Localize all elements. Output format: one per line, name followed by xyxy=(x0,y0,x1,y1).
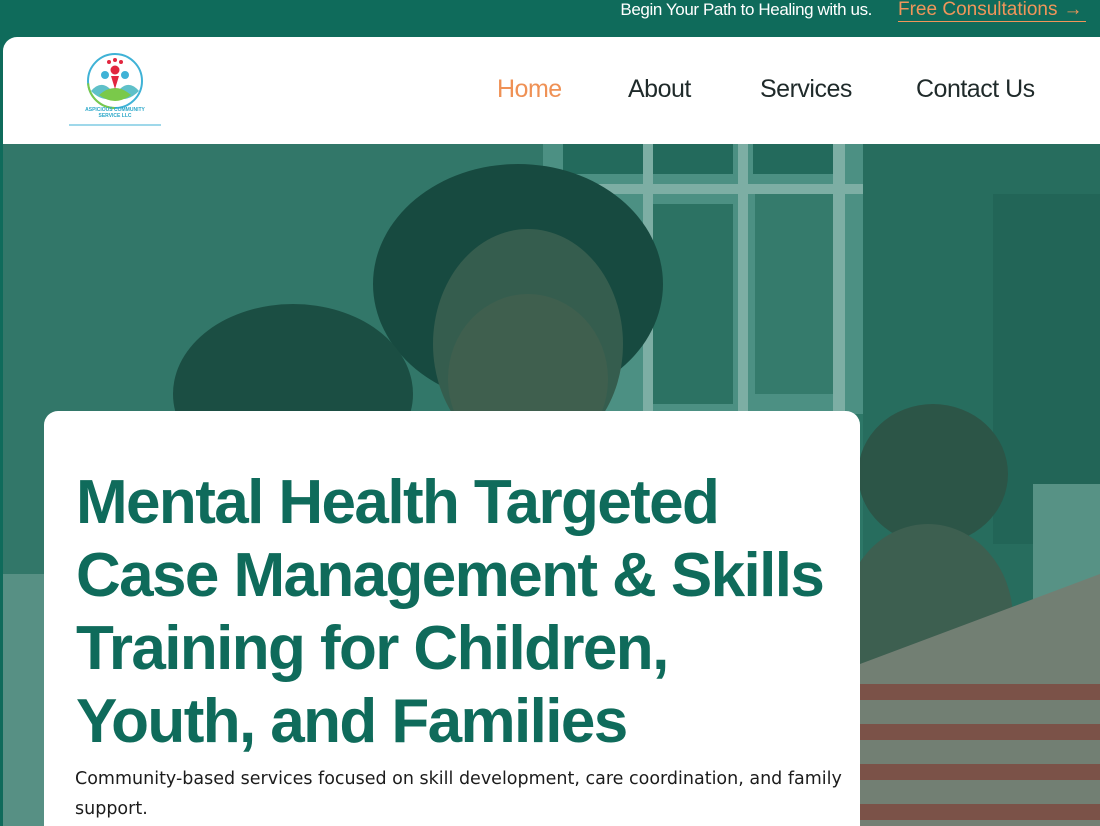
top-announcement-bar: Begin Your Path to Healing with us. Free… xyxy=(0,0,1100,38)
logo-text-line2: SERVICE LLC xyxy=(98,113,132,119)
free-consultations-label: Free Consultations xyxy=(898,0,1058,20)
main-navigation: Home About Services Contact Us xyxy=(3,75,1100,105)
logo-text: ASPICIOUS COMMUNITY SERVICE LLC xyxy=(65,107,165,119)
hero-subheading: Community-based services focused on skil… xyxy=(75,769,842,819)
site-header: ASPICIOUS COMMUNITY SERVICE LLC Home Abo… xyxy=(3,37,1100,144)
free-consultations-link[interactable]: Free Consultations → xyxy=(898,0,1087,22)
nav-contact-us[interactable]: Contact Us xyxy=(916,75,1035,104)
arrow-right-icon: → xyxy=(1063,0,1083,20)
nav-services[interactable]: Services xyxy=(760,75,852,104)
hero-heading: Mental Health Targeted Case Management &… xyxy=(76,468,825,756)
hero-section: Mental Health Targeted Case Management &… xyxy=(3,144,1100,826)
nav-home[interactable]: Home xyxy=(497,75,562,104)
hero-card: Mental Health Targeted Case Management &… xyxy=(44,411,860,826)
tagline-text: Begin Your Path to Healing with us. xyxy=(620,0,872,19)
nav-about[interactable]: About xyxy=(628,75,691,104)
